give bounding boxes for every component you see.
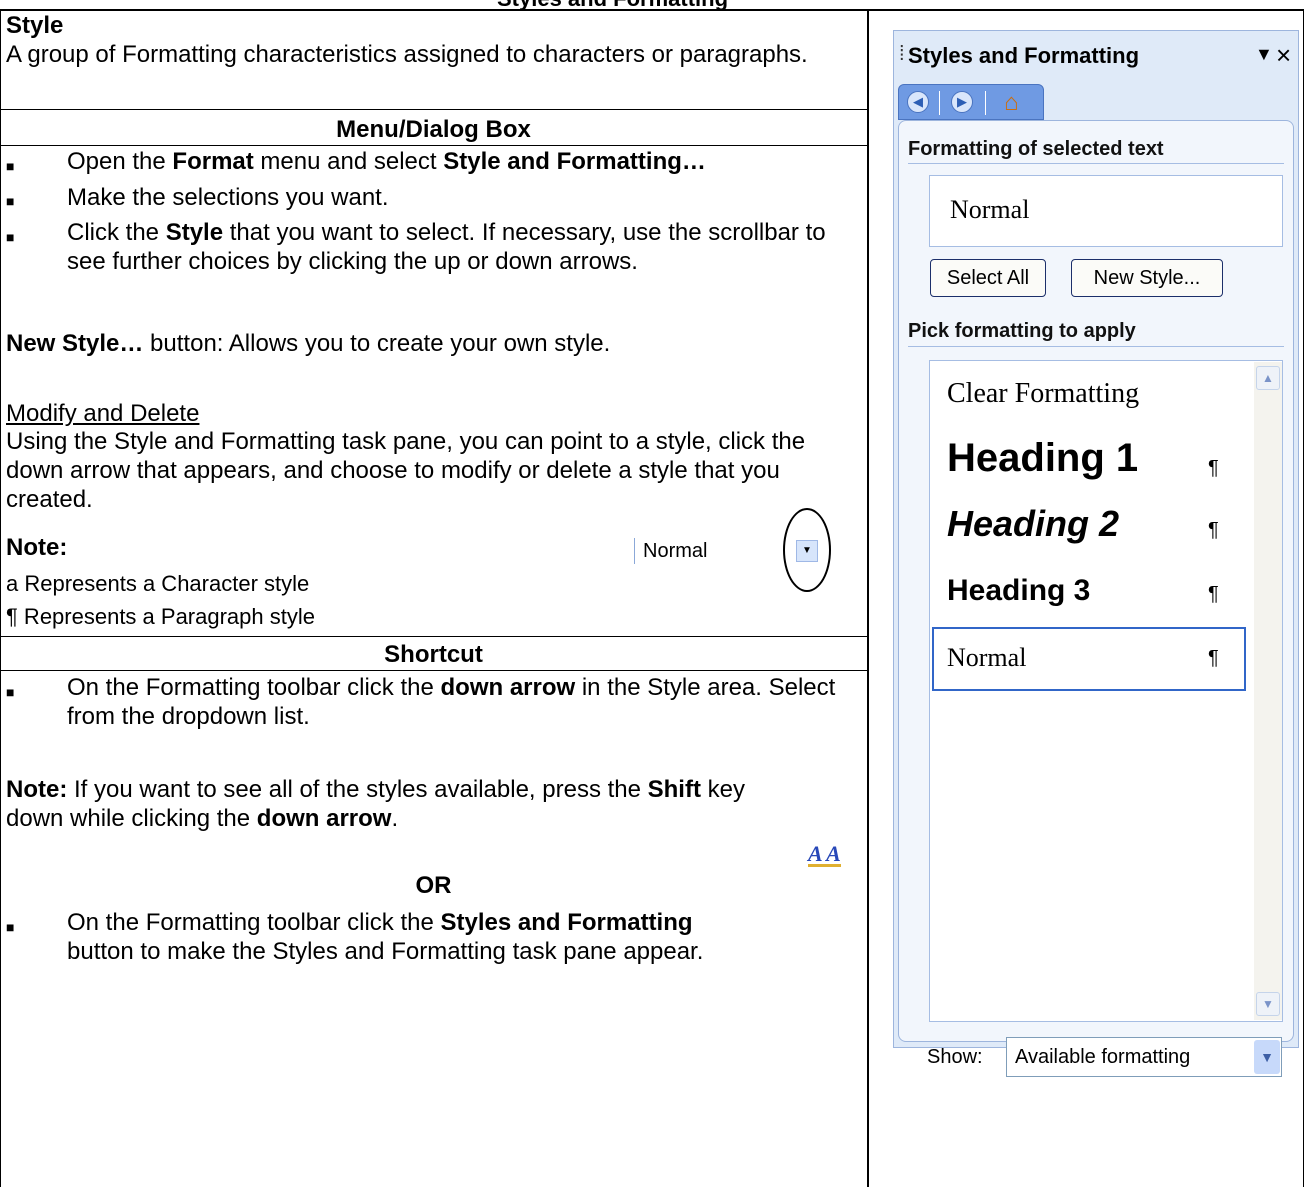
note2: Note: If you want to see all of the styl… <box>6 776 745 832</box>
column-divider <box>867 9 869 1187</box>
modify-text: Using the Style and Formatting task pane… <box>6 428 806 513</box>
list-item-heading-3[interactable]: Heading 3 <box>947 574 1090 608</box>
shortcut-1: On the Formatting toolbar click the down… <box>67 674 836 730</box>
show-select[interactable]: Available formatting <box>1006 1037 1282 1077</box>
bullet: ■ <box>6 919 15 935</box>
or-label: OR <box>415 872 452 899</box>
close-icon[interactable]: × <box>1276 40 1291 71</box>
note-char: a Represents a Character style <box>6 571 310 596</box>
list-item-normal[interactable]: Normal <box>947 643 1026 673</box>
list-item-heading-1[interactable]: Heading 1 <box>947 436 1138 481</box>
row-divider <box>0 670 868 671</box>
row-divider <box>0 636 868 637</box>
scrollbar[interactable] <box>1254 362 1282 1020</box>
section-pick-formatting: Pick formatting to apply <box>908 320 1136 342</box>
note-para: ¶ Represents a Paragraph style <box>6 604 315 629</box>
bullet: ■ <box>6 193 15 209</box>
menu-step-2: Make the selections you want. <box>67 184 389 211</box>
paragraph-mark-icon: ¶ <box>1208 647 1219 669</box>
bullet: ■ <box>6 684 15 700</box>
note-label: Note: <box>6 534 68 561</box>
show-label: Show: <box>927 1046 983 1068</box>
style-label: Style <box>6 12 64 39</box>
new-style-text: New Style… button: Allows you to create … <box>6 330 611 357</box>
scroll-up-icon[interactable]: ▲ <box>1256 366 1280 390</box>
style-box-sample: Normal <box>634 538 707 564</box>
paragraph-mark-icon: ¶ <box>1208 519 1219 541</box>
bullet: ■ <box>6 158 15 174</box>
row-divider <box>0 109 868 110</box>
new-style-button[interactable]: New Style... <box>1071 259 1223 297</box>
grip-icon[interactable]: ⁞ <box>899 43 904 66</box>
home-icon[interactable]: ⌂ <box>1004 89 1019 117</box>
pane-menu-icon[interactable]: ▼ <box>1255 44 1273 65</box>
menu-header: Menu/Dialog Box <box>336 116 531 143</box>
list-item-clear-formatting[interactable]: Clear Formatting <box>947 378 1139 410</box>
highlight-circle <box>783 508 831 592</box>
selected-style-box: Normal <box>929 175 1283 247</box>
style-definition: A group of Formatting characteristics as… <box>6 41 808 68</box>
shortcut-header: Shortcut <box>384 641 483 668</box>
modify-title: Modify and Delete <box>6 400 200 427</box>
section-selected-text: Formatting of selected text <box>908 138 1164 160</box>
paragraph-mark-icon: ¶ <box>1208 583 1219 605</box>
menu-step-1: Open the Format menu and select Style an… <box>67 148 706 175</box>
row-divider <box>0 145 868 146</box>
scroll-down-icon[interactable]: ▼ <box>1256 992 1280 1016</box>
style-cell: Style A group of Formatting characterist… <box>6 11 861 69</box>
paragraph-mark-icon: ¶ <box>1208 457 1219 479</box>
divider <box>908 163 1284 164</box>
divider <box>985 91 986 115</box>
shortcut-2: On the Formatting toolbar click the Styl… <box>67 909 704 965</box>
back-icon[interactable]: ◀ <box>907 91 929 113</box>
pane-title: Styles and Formatting <box>908 43 1140 68</box>
styles-formatting-icon[interactable]: A A <box>808 843 841 867</box>
forward-icon[interactable]: ▶ <box>951 91 973 113</box>
list-item-heading-2[interactable]: Heading 2 <box>947 503 1119 545</box>
menu-step-3: Click the Style that you want to select.… <box>67 219 826 275</box>
nav-bar: ◀ ▶ ⌂ <box>898 84 1044 120</box>
select-all-button[interactable]: Select All <box>930 259 1046 297</box>
chevron-down-icon[interactable]: ▼ <box>1254 1040 1280 1074</box>
divider <box>908 346 1284 347</box>
divider <box>939 91 940 115</box>
bullet: ■ <box>6 229 15 245</box>
